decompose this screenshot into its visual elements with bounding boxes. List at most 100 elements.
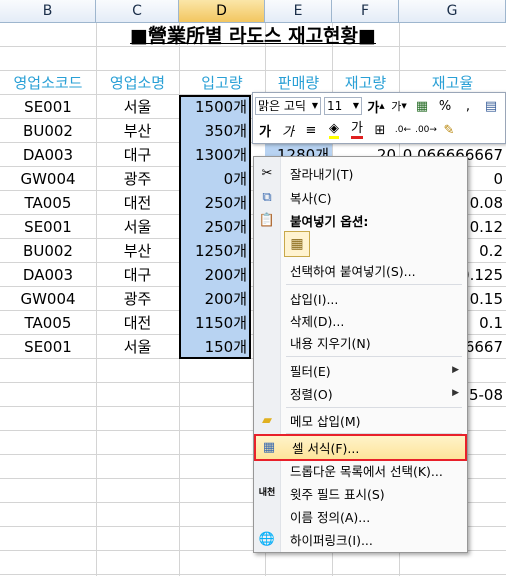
- cell-name[interactable]: 대구: [96, 263, 179, 287]
- cell-name[interactable]: 부산: [96, 119, 179, 143]
- cell-code[interactable]: SE001: [0, 215, 96, 239]
- cell-name[interactable]: 광주: [96, 287, 179, 311]
- decrease-decimal-icon: .00→: [415, 125, 437, 135]
- column-header-f[interactable]: F: [332, 0, 399, 23]
- menu-item-insert[interactable]: 삽입(I)...: [254, 287, 467, 309]
- cell-code[interactable]: TA005: [0, 191, 96, 215]
- font-name-box[interactable]: 맑은 고딕 ▼: [255, 97, 321, 115]
- mini-toolbar: 맑은 고딕 ▼ 11 ▼ 가 ▲ 가 ▼ ▦ % , ▤ 가 가 ≡ ◈ 가 ⊞ .0←…: [252, 92, 506, 144]
- cell-in[interactable]: 150개: [179, 335, 251, 359]
- cell-name[interactable]: 대구: [96, 143, 179, 167]
- copy-icon: ⧉: [262, 189, 272, 205]
- paste-option-button[interactable]: ▦: [284, 231, 310, 257]
- header-name[interactable]: 영업소명: [96, 71, 179, 95]
- cell-name[interactable]: 서울: [96, 215, 179, 239]
- bold-button[interactable]: 가: [255, 120, 275, 140]
- column-header-c[interactable]: C: [96, 0, 179, 23]
- align-center-button[interactable]: ≡: [301, 120, 321, 140]
- cell-in[interactable]: 0개: [179, 167, 251, 191]
- comma-button[interactable]: ,: [458, 96, 478, 116]
- column-header-b[interactable]: B: [0, 0, 96, 23]
- scissors-icon: ✂: [261, 165, 273, 181]
- cell-code[interactable]: BU002: [0, 119, 96, 143]
- chevron-down-icon: ▼: [311, 101, 318, 110]
- cell-code[interactable]: DA003: [0, 263, 96, 287]
- menu-item-clear-contents[interactable]: 내용 지우기(N): [254, 331, 467, 353]
- cell-in[interactable]: 250개: [179, 215, 251, 239]
- increase-decimal-icon: .0←: [394, 125, 412, 135]
- cell-in[interactable]: 200개: [179, 287, 251, 311]
- menu-item-pick-from-dropdown[interactable]: 드롭다운 목록에서 선택(K)...: [254, 459, 467, 481]
- cell-code[interactable]: GW004: [0, 287, 96, 311]
- cell-in[interactable]: 1250개: [179, 239, 251, 263]
- border-icon: ⊞: [374, 122, 386, 138]
- column-header-g[interactable]: G: [399, 0, 506, 23]
- menu-separator: [286, 356, 462, 357]
- phonetic-icon: 내천: [258, 487, 276, 498]
- sheet-title: ■營業所별 라도스 재고현황■: [130, 25, 376, 47]
- cell-in[interactable]: 250개: [179, 191, 251, 215]
- menu-item-hyperlink[interactable]: 🌐 하이퍼링크(I)...: [254, 528, 467, 550]
- menu-item-define-name[interactable]: 이름 정의(A)...: [254, 505, 467, 527]
- percent-button[interactable]: %: [435, 96, 455, 116]
- menu-item-sort[interactable]: 정렬(O) ▶: [254, 382, 467, 404]
- cell-name[interactable]: 대전: [96, 191, 179, 215]
- cell-name[interactable]: 부산: [96, 239, 179, 263]
- menu-separator: [286, 284, 462, 285]
- submenu-arrow-icon: ▶: [452, 388, 459, 398]
- grow-font-button[interactable]: 가 ▲: [366, 96, 386, 116]
- format-cells-icon: ▦: [262, 440, 276, 455]
- cell-code[interactable]: DA003: [0, 143, 96, 167]
- header-code[interactable]: 영업소코드: [0, 71, 96, 95]
- format-painter-button[interactable]: ✎: [439, 120, 459, 140]
- clipboard-icon: ▦: [290, 236, 304, 252]
- brush-icon: ✎: [443, 122, 455, 138]
- table-icon: ▤: [484, 98, 498, 114]
- menu-item-show-phonetic[interactable]: 내천 윗주 필드 표시(S): [254, 482, 467, 504]
- cell-code[interactable]: BU002: [0, 239, 96, 263]
- cell-name[interactable]: 서울: [96, 95, 179, 119]
- cell-in[interactable]: 350개: [179, 119, 251, 143]
- chevron-down-icon: ▼: [352, 101, 359, 110]
- shrink-font-button[interactable]: 가 ▼: [389, 96, 409, 116]
- submenu-arrow-icon: ▶: [452, 365, 459, 375]
- column-header-d[interactable]: D: [179, 0, 265, 23]
- font-color-button[interactable]: 가: [347, 120, 367, 140]
- menu-item-insert-comment[interactable]: ▰ 메모 삽입(M): [254, 409, 467, 431]
- menu-item-cut[interactable]: ✂ 잘라내기(T): [254, 162, 467, 184]
- increase-decimal-button[interactable]: .0←: [393, 120, 413, 140]
- menu-item-paste-options: 📋 붙여넣기 옵션:: [254, 209, 467, 231]
- column-header-e[interactable]: E: [265, 0, 332, 23]
- context-menu: ✂ 잘라내기(T) ⧉ 복사(C) 📋 붙여넣기 옵션: ▦ 선택하여 붙여넣기(S)…: [253, 156, 468, 553]
- font-size-value: 11: [327, 99, 343, 113]
- menu-item-filter[interactable]: 필터(E) ▶: [254, 359, 467, 381]
- cell-in[interactable]: 1500개: [179, 95, 251, 119]
- font-name-value: 맑은 고딕: [258, 99, 306, 113]
- fill-color-button[interactable]: ◈: [324, 120, 344, 140]
- paint-bucket-icon: ◈: [329, 121, 339, 139]
- cell-code[interactable]: TA005: [0, 311, 96, 335]
- cell-name[interactable]: 광주: [96, 167, 179, 191]
- menu-item-format-cells[interactable]: ▦ 셀 서식(F)...: [254, 434, 467, 461]
- cell-in[interactable]: 1150개: [179, 311, 251, 335]
- cell-code[interactable]: SE001: [0, 95, 96, 119]
- cell-in[interactable]: 200개: [179, 263, 251, 287]
- menu-item-delete[interactable]: 삭제(D)...: [254, 309, 467, 331]
- menu-item-copy[interactable]: ⧉ 복사(C): [254, 186, 467, 208]
- accounting-format-button[interactable]: ▦: [412, 96, 432, 116]
- menu-item-paste-special[interactable]: 선택하여 붙여넣기(S)...: [254, 259, 467, 281]
- font-size-box[interactable]: 11 ▼: [324, 97, 362, 115]
- borders-button[interactable]: ⊞: [370, 120, 390, 140]
- cell-in[interactable]: 1300개: [179, 143, 251, 167]
- italic-button[interactable]: 가: [278, 120, 298, 140]
- cell-name[interactable]: 대전: [96, 311, 179, 335]
- menu-separator: [286, 407, 462, 408]
- globe-link-icon: 🌐: [258, 531, 276, 547]
- paste-icon: 📋: [258, 212, 276, 228]
- decrease-decimal-button[interactable]: .00→: [415, 120, 437, 140]
- cell-name[interactable]: 서울: [96, 335, 179, 359]
- cell-code[interactable]: SE001: [0, 335, 96, 359]
- comment-icon: ▰: [262, 412, 272, 428]
- format-painter-table-button[interactable]: ▤: [481, 96, 501, 116]
- cell-code[interactable]: GW004: [0, 167, 96, 191]
